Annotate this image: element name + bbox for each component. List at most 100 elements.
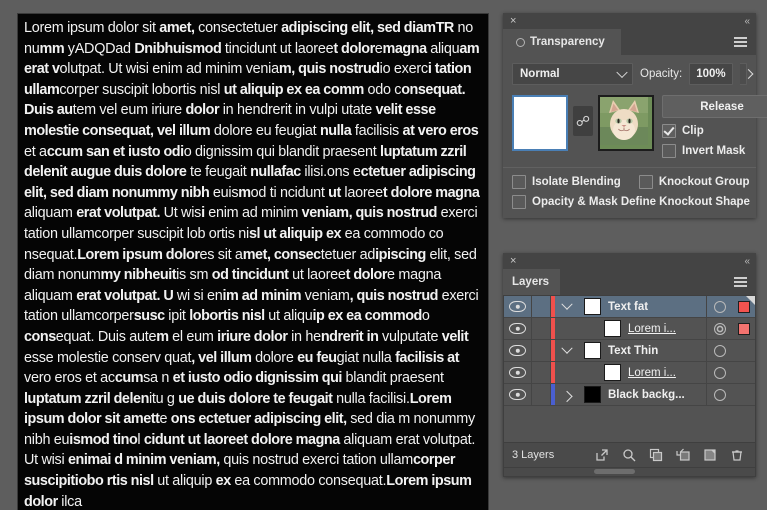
transparency-panel-body: Normal Opacity: 100% ☍ Release Clip Inve… bbox=[503, 55, 767, 218]
tab-target-icon bbox=[516, 37, 525, 47]
opacity-mask-knockout-label: Opacity & Mask Define Knockout Shape bbox=[532, 196, 750, 208]
opacity-value: 100% bbox=[696, 68, 726, 80]
clip-checkbox-row[interactable]: Clip bbox=[662, 124, 767, 138]
layers-footer: 3 Layers bbox=[503, 442, 756, 468]
transparency-tab-row: Transparency bbox=[503, 29, 756, 55]
tab-layers-label: Layers bbox=[512, 276, 550, 288]
isolate-blending-checkbox[interactable] bbox=[512, 175, 526, 189]
target-circle-icon bbox=[714, 322, 726, 335]
knockout-group-row[interactable]: Knockout Group bbox=[638, 175, 750, 189]
layer-name[interactable]: Text Thin bbox=[605, 345, 706, 357]
layer-target-button[interactable] bbox=[706, 384, 733, 405]
visibility-toggle[interactable] bbox=[504, 384, 532, 405]
chevron-down-icon bbox=[561, 298, 573, 310]
release-to-layers-icon[interactable] bbox=[676, 448, 690, 462]
invert-mask-checkbox-row[interactable]: Invert Mask bbox=[662, 144, 767, 158]
eye-icon bbox=[509, 301, 526, 312]
delete-layer-icon[interactable] bbox=[730, 448, 744, 462]
chevron-right-icon bbox=[561, 390, 573, 402]
layer-color-bar bbox=[551, 362, 555, 383]
close-icon[interactable]: × bbox=[510, 255, 516, 267]
selection-square-icon bbox=[738, 322, 750, 335]
artwork-thumbnail[interactable] bbox=[512, 95, 568, 151]
opacity-label: Opacity: bbox=[640, 68, 683, 80]
clip-label: Clip bbox=[682, 125, 704, 137]
knockout-group-checkbox[interactable] bbox=[638, 175, 653, 189]
layer-thumbnail-swatch bbox=[583, 298, 601, 315]
artboard-canvas[interactable]: Lorem ipsum dolor sit amet, consectetuer… bbox=[18, 14, 488, 510]
locate-object-icon[interactable] bbox=[622, 448, 636, 462]
make-clipping-mask-icon[interactable] bbox=[595, 448, 609, 462]
disclosure-triangle[interactable] bbox=[555, 384, 579, 405]
layer-target-button[interactable] bbox=[706, 296, 733, 317]
horizontal-scrollbar[interactable] bbox=[503, 468, 756, 477]
layer-name[interactable]: Text fat bbox=[605, 301, 706, 313]
panel-menu-icon[interactable] bbox=[734, 29, 756, 55]
transparency-side-controls: Release Clip Invert Mask bbox=[662, 95, 767, 158]
target-circle-icon bbox=[714, 300, 726, 313]
layer-row[interactable]: Text fat bbox=[504, 296, 755, 318]
chevron-down-icon bbox=[561, 342, 573, 354]
opacity-mask-knockout-row[interactable]: Opacity & Mask Define Knockout Shape bbox=[512, 195, 750, 209]
lock-toggle[interactable] bbox=[532, 318, 551, 339]
isolate-blending-row[interactable]: Isolate Blending bbox=[512, 175, 621, 189]
disclosure-triangle[interactable] bbox=[555, 296, 579, 317]
layer-target-button[interactable] bbox=[706, 318, 733, 339]
lock-toggle[interactable] bbox=[532, 362, 551, 383]
lock-toggle[interactable] bbox=[532, 296, 551, 317]
mask-thumbnail[interactable] bbox=[598, 95, 654, 151]
visibility-toggle[interactable] bbox=[504, 318, 532, 339]
visibility-toggle[interactable] bbox=[504, 296, 532, 317]
disclosure-spacer bbox=[575, 362, 599, 383]
scrollbar-thumb[interactable] bbox=[594, 469, 635, 474]
release-button[interactable]: Release bbox=[662, 95, 767, 118]
layer-selection-indicator bbox=[733, 384, 755, 405]
thumbnails-row: ☍ Release Clip Invert Mask bbox=[512, 95, 767, 158]
tab-transparency[interactable]: Transparency bbox=[503, 29, 621, 55]
collapse-icon[interactable]: « bbox=[744, 16, 749, 27]
close-icon[interactable]: × bbox=[510, 15, 516, 27]
transparency-panel-titlebar: × « bbox=[503, 13, 756, 29]
layers-panel-titlebar: × « bbox=[503, 253, 756, 269]
eye-icon bbox=[509, 323, 526, 334]
lock-toggle[interactable] bbox=[532, 384, 551, 405]
blending-options-row: Isolate Blending Knockout Group bbox=[512, 175, 750, 189]
layer-selection-indicator bbox=[733, 318, 755, 339]
new-layer-icon[interactable] bbox=[703, 448, 717, 462]
current-layer-flag-icon bbox=[746, 296, 755, 305]
layer-row[interactable]: Text Thin bbox=[504, 340, 755, 362]
opacity-input[interactable]: 100% bbox=[689, 63, 733, 85]
invert-mask-checkbox[interactable] bbox=[662, 144, 676, 158]
blend-mode-select[interactable]: Normal bbox=[512, 63, 633, 85]
layer-thumbnail bbox=[579, 342, 605, 359]
link-mask-icon[interactable]: ☍ bbox=[573, 106, 593, 136]
disclosure-triangle[interactable] bbox=[555, 340, 579, 361]
lock-toggle[interactable] bbox=[532, 340, 551, 361]
opacity-stepper-arrow-icon[interactable] bbox=[739, 63, 747, 85]
layer-color-bar bbox=[551, 318, 555, 339]
layer-name[interactable]: Lorem i... bbox=[625, 323, 706, 335]
layer-target-button[interactable] bbox=[706, 340, 733, 361]
new-sublayer-icon[interactable] bbox=[649, 448, 663, 462]
collapse-icon[interactable]: « bbox=[744, 256, 749, 267]
visibility-toggle[interactable] bbox=[504, 340, 532, 361]
layer-row[interactable]: Black backg... bbox=[504, 384, 755, 406]
release-button-label: Release bbox=[700, 100, 744, 113]
clip-checkbox[interactable] bbox=[662, 124, 676, 138]
layer-name[interactable]: Lorem i... bbox=[625, 367, 706, 379]
layer-selection-indicator bbox=[733, 362, 755, 383]
panel-menu-icon[interactable] bbox=[734, 269, 756, 295]
opacity-mask-knockout-checkbox[interactable] bbox=[512, 195, 526, 209]
layer-row[interactable]: Lorem i... bbox=[504, 362, 755, 384]
layer-target-button[interactable] bbox=[706, 362, 733, 383]
layers-panel: × « Layers Text fat Lorem i... Text Thin Lo… bbox=[503, 253, 756, 477]
layer-name[interactable]: Black backg... bbox=[605, 389, 706, 401]
tab-layers[interactable]: Layers bbox=[503, 269, 561, 295]
artboard-text-block[interactable]: Lorem ipsum dolor sit amet, consectetuer… bbox=[18, 14, 488, 510]
layer-row[interactable]: Lorem i... bbox=[504, 318, 755, 340]
layer-thumbnail-swatch bbox=[583, 386, 601, 403]
layer-thumbnail-swatch bbox=[583, 342, 601, 359]
visibility-toggle[interactable] bbox=[504, 362, 532, 383]
layer-thumbnail bbox=[599, 320, 625, 337]
illustrator-workspace: Lorem ipsum dolor sit amet, consectetuer… bbox=[0, 0, 767, 510]
